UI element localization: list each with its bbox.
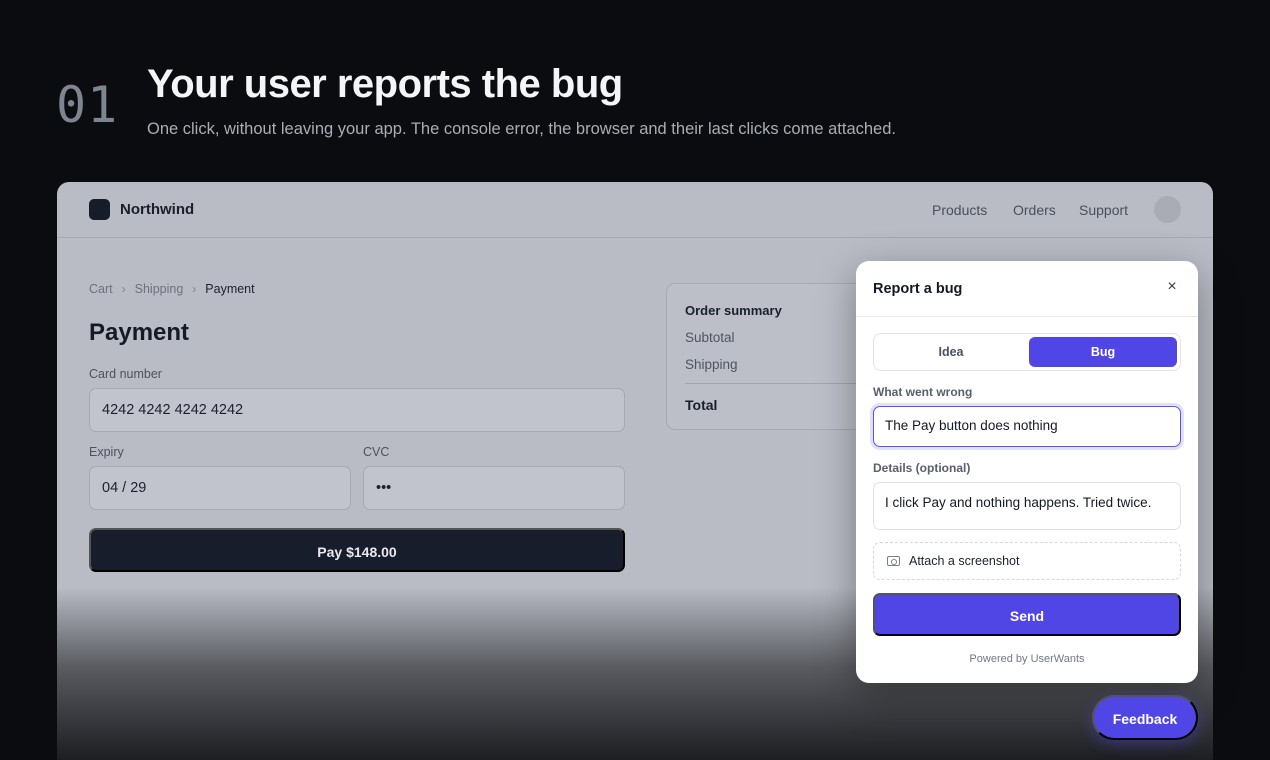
widget-divider xyxy=(856,316,1198,317)
page-title: Payment xyxy=(89,319,190,346)
expiry-input[interactable]: 04 / 29 xyxy=(89,466,351,510)
nav-support[interactable]: Support xyxy=(1079,202,1128,218)
brand-name: Northwind xyxy=(120,201,195,218)
hero-subtitle: One click, without leaving your app. The… xyxy=(147,120,896,138)
details-textarea[interactable]: I click Pay and nothing happens. Tried t… xyxy=(873,482,1181,530)
app-topbar: Northwind Products Orders Support xyxy=(57,182,1213,238)
breadcrumb-separator: › xyxy=(192,282,197,296)
card-number-label: Card number xyxy=(89,367,162,381)
nav-products[interactable]: Products xyxy=(932,202,987,218)
send-button[interactable]: Send xyxy=(873,593,1181,636)
breadcrumb-cart[interactable]: Cart xyxy=(89,282,113,296)
step-number: 01 xyxy=(56,76,119,134)
hero-title: Your user reports the bug xyxy=(147,62,623,106)
expiry-label: Expiry xyxy=(89,445,124,459)
what-went-wrong-input[interactable]: The Pay button does nothing xyxy=(873,406,1181,447)
attach-screenshot-label: Attach a screenshot xyxy=(909,554,1020,568)
cvc-label: CVC xyxy=(363,445,390,459)
summary-shipping-label: Shipping xyxy=(685,357,738,372)
camera-icon xyxy=(887,556,900,566)
breadcrumb: Cart › Shipping › Payment xyxy=(89,282,255,296)
tab-bug[interactable]: Bug xyxy=(1029,337,1177,367)
avatar[interactable] xyxy=(1154,196,1181,223)
breadcrumb-shipping[interactable]: Shipping xyxy=(135,282,184,296)
breadcrumb-payment: Payment xyxy=(205,282,255,296)
cvc-input[interactable]: ••• xyxy=(363,466,625,510)
summary-subtotal-label: Subtotal xyxy=(685,330,735,345)
pay-button[interactable]: Pay $148.00 xyxy=(89,528,625,572)
brand-logo-icon xyxy=(89,199,110,220)
powered-by-link[interactable]: Powered by UserWants xyxy=(856,653,1198,665)
attach-screenshot-button[interactable]: Attach a screenshot xyxy=(873,542,1181,580)
details-label: Details (optional) xyxy=(873,461,971,475)
widget-title: Report a bug xyxy=(873,281,963,297)
summary-total-label: Total xyxy=(685,397,718,413)
breadcrumb-separator: › xyxy=(121,282,126,296)
report-bug-widget: Report a bug × Idea Bug What went wrong … xyxy=(856,261,1198,683)
type-toggle: Idea Bug xyxy=(873,333,1181,371)
close-icon[interactable]: × xyxy=(1164,278,1180,300)
order-summary-title: Order summary xyxy=(685,303,782,318)
nav-orders[interactable]: Orders xyxy=(1013,202,1056,218)
feedback-button[interactable]: Feedback xyxy=(1092,695,1198,740)
card-number-input[interactable]: 4242 4242 4242 4242 xyxy=(89,388,625,432)
what-went-wrong-label: What went wrong xyxy=(873,385,973,399)
tab-idea[interactable]: Idea xyxy=(877,337,1025,367)
